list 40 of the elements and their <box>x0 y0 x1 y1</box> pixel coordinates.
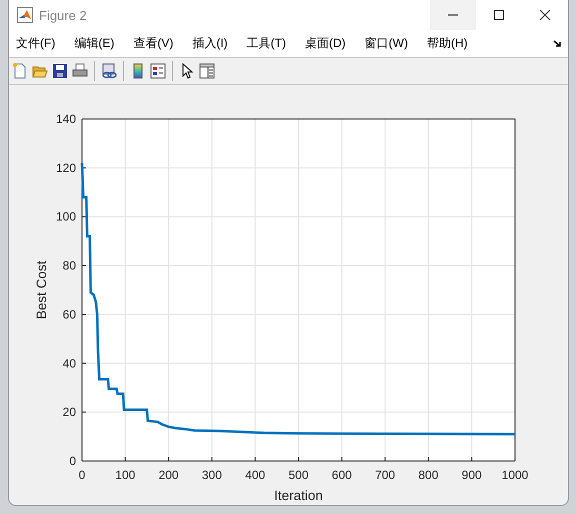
maximize-icon <box>494 10 504 20</box>
y-tick-label: 120 <box>56 160 76 175</box>
y-tick-label: 80 <box>62 258 76 273</box>
y-tick-label: 20 <box>62 405 76 420</box>
x-tick-label: 1000 <box>502 468 528 482</box>
x-tick-label: 800 <box>418 468 438 482</box>
y-tick-label: 100 <box>56 210 76 224</box>
x-tick-label: 900 <box>462 468 482 482</box>
menu-item[interactable]: 文件(F) <box>16 35 56 52</box>
y-tick-label: 140 <box>56 112 76 126</box>
x-tick-label: 200 <box>158 468 179 482</box>
window-title: Figure 2 <box>39 8 87 22</box>
save-icon[interactable] <box>52 63 68 79</box>
menu-item[interactable]: 插入(I) <box>192 35 228 52</box>
x-tick-label: 300 <box>202 468 222 482</box>
x-tick-label: 700 <box>375 468 396 482</box>
y-tick-label: 0 <box>69 454 76 468</box>
menu-item[interactable]: 工具(T) <box>246 35 286 52</box>
x-tick-label: 500 <box>288 468 309 482</box>
link-icon[interactable] <box>101 63 117 79</box>
y-tick-label: 60 <box>62 307 76 322</box>
close-icon <box>540 10 550 20</box>
y-axis-label: Best Cost <box>34 260 49 320</box>
app-icon <box>17 7 33 23</box>
new-file-icon[interactable] <box>12 63 28 79</box>
x-tick-label: 0 <box>78 468 86 482</box>
menu-item[interactable]: 窗口(W) <box>364 35 408 52</box>
x-tick-label: 600 <box>332 468 352 482</box>
panel-icon[interactable] <box>199 63 215 79</box>
x-tick-label: 100 <box>115 468 136 482</box>
dock-arrow-icon[interactable] <box>553 40 562 48</box>
x-tick-label: 400 <box>245 468 266 482</box>
menu-item[interactable]: 帮助(H) <box>426 35 468 52</box>
menu-item[interactable]: 编辑(E) <box>74 35 114 52</box>
x-axis-label: Iteration <box>274 488 323 503</box>
menu-item[interactable]: 查看(V) <box>133 35 174 52</box>
printer-icon[interactable] <box>72 63 88 79</box>
menu-item[interactable]: 桌面(D) <box>304 35 346 52</box>
legend-icon[interactable] <box>150 63 166 79</box>
y-tick-label: 40 <box>62 356 76 370</box>
